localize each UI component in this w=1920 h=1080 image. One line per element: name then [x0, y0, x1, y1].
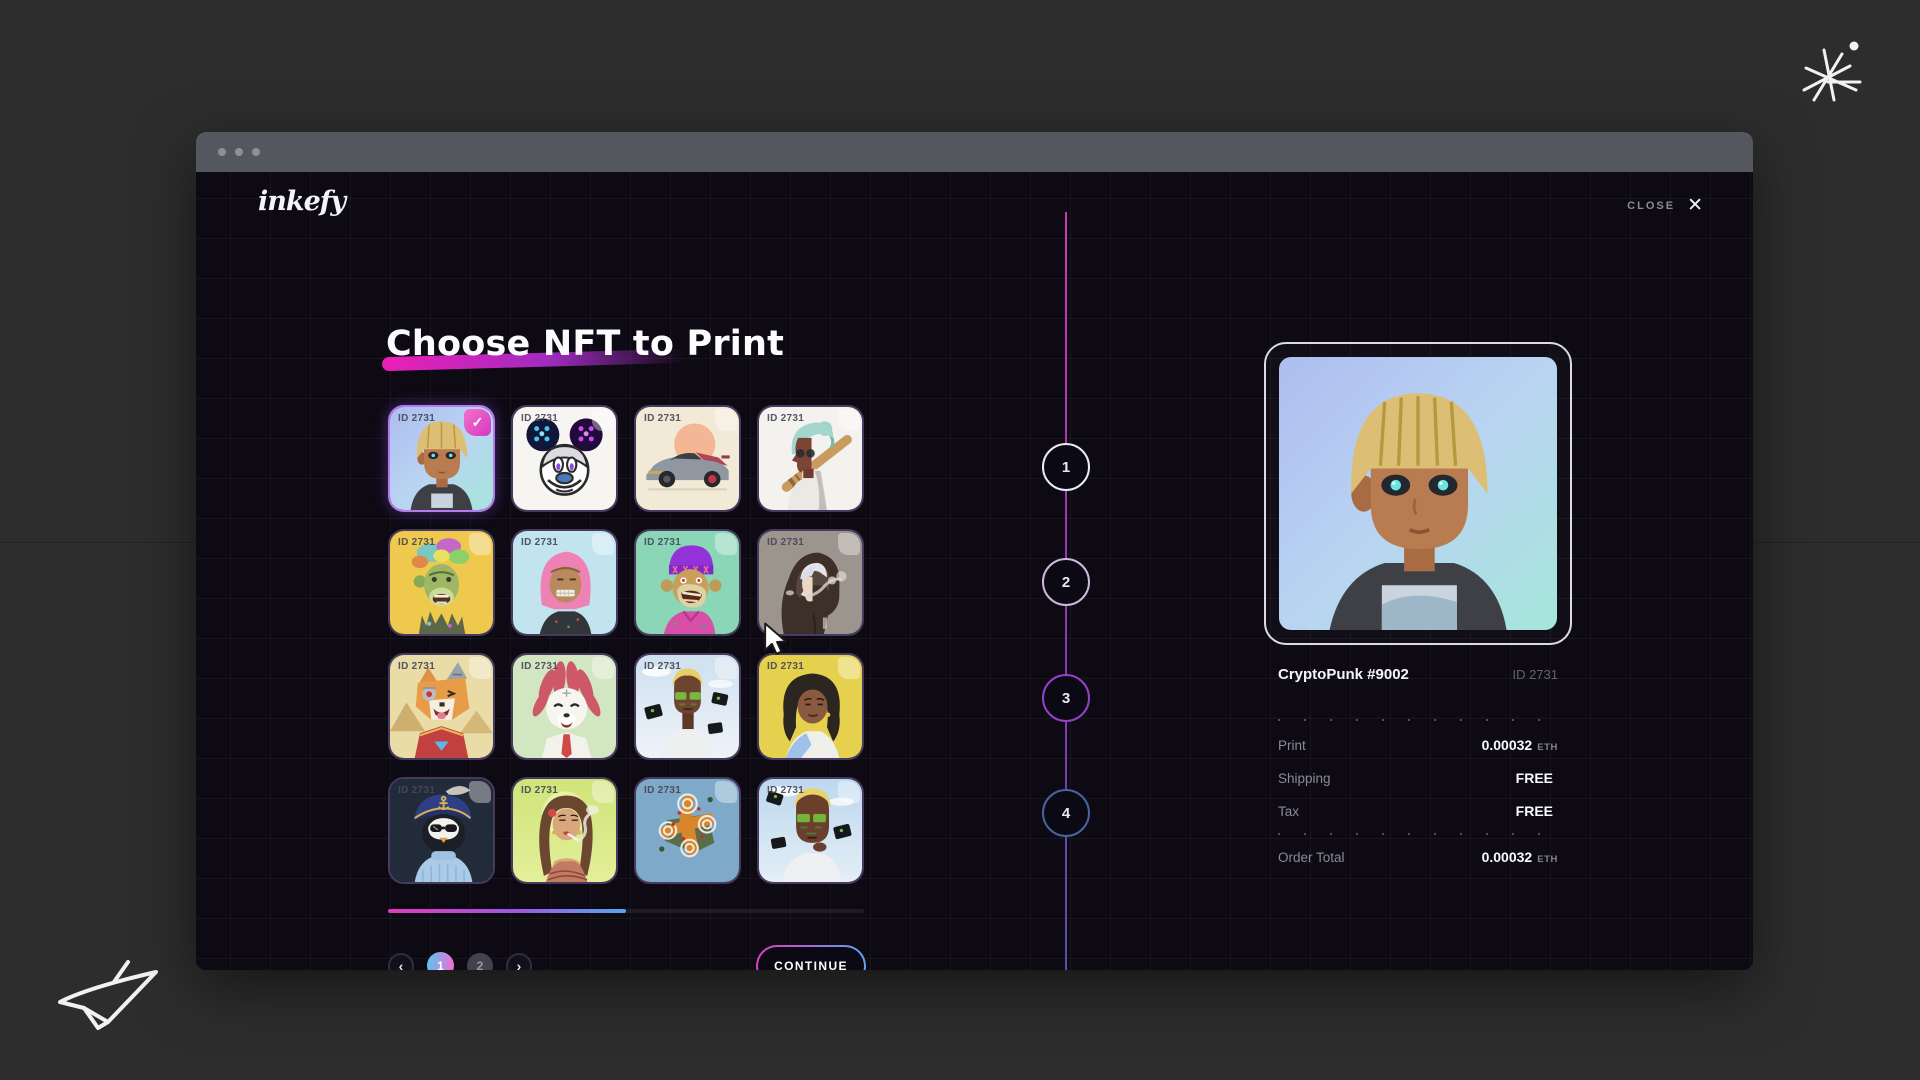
- nft-id-label: ID 2731: [644, 537, 681, 548]
- grid-progress-track: [388, 909, 864, 913]
- nft-card-mutant-ape[interactable]: ID 2731: [634, 529, 741, 636]
- nft-card-blonde-avatar[interactable]: ID 2731 ✓: [388, 405, 495, 512]
- checkbox-unchecked[interactable]: [592, 657, 614, 679]
- nft-id-label: ID 2731: [767, 785, 804, 796]
- nft-card-pirate-penguin[interactable]: ID 2731: [388, 777, 495, 884]
- window-titlebar: [196, 132, 1753, 172]
- nft-id-label: ID 2731: [521, 537, 558, 548]
- nft-card-cartoon-mouse[interactable]: ID 2731: [511, 405, 618, 512]
- window-dot-3[interactable]: [252, 148, 260, 156]
- summary-label: Order Total: [1278, 850, 1345, 865]
- pagination-prev-button[interactable]: ‹: [388, 953, 414, 971]
- nft-card-pink-hair-ape[interactable]: ID 2731: [511, 529, 618, 636]
- checkbox-unchecked[interactable]: [592, 781, 614, 803]
- paper-plane-doodle: [52, 960, 167, 1035]
- chevron-left-icon: ‹: [399, 958, 404, 971]
- nft-id-label: ID 2731: [767, 537, 804, 548]
- nft-card-smoking-woman[interactable]: ID 2731: [511, 777, 618, 884]
- summary-value: 0.00032: [1482, 737, 1533, 753]
- checkbox-unchecked[interactable]: [469, 657, 491, 679]
- dotted-separator: [1278, 719, 1558, 721]
- nft-id-label: ID 2731: [398, 413, 435, 424]
- nft-id-label: ID 2731: [644, 413, 681, 424]
- summary-label: Shipping: [1278, 771, 1331, 786]
- summary-label: Print: [1278, 738, 1306, 753]
- nft-card-dreadlock-dog[interactable]: ID 2731: [511, 653, 618, 760]
- nft-preview-card: [1264, 342, 1572, 645]
- nft-card-girl-with-bat[interactable]: ID 2731: [757, 405, 864, 512]
- summary-unit: ETH: [1537, 742, 1558, 753]
- app-window: inkefy CLOSE ✕ Choose NFT to Print: [196, 132, 1753, 970]
- checkbox-unchecked[interactable]: [715, 657, 737, 679]
- step-indicator-4[interactable]: 4: [1042, 789, 1090, 837]
- checkbox-unchecked[interactable]: [469, 533, 491, 555]
- nft-card-dark-hair-woman[interactable]: ID 2731: [757, 653, 864, 760]
- close-label: CLOSE: [1627, 200, 1675, 212]
- continue-button-label: CONTINUE: [758, 947, 864, 970]
- summary-value: FREE: [1516, 803, 1553, 819]
- nft-id-label: ID 2731: [398, 537, 435, 548]
- nft-name: CryptoPunk #9002: [1278, 666, 1409, 683]
- order-summary: CryptoPunk #9002 ID 2731 Print 0.00032 ET…: [1264, 666, 1572, 869]
- pagination-page-2[interactable]: 2: [467, 953, 493, 971]
- checkbox-checked[interactable]: ✓: [464, 409, 491, 436]
- step-indicator-2[interactable]: 2: [1042, 558, 1090, 606]
- nft-grid: ID 2731 ✓: [388, 405, 864, 884]
- nft-id-label: ID 2731: [644, 661, 681, 672]
- nft-card-blonde-buzzcut[interactable]: ID 2731: [757, 777, 864, 884]
- close-icon: ✕: [1687, 196, 1703, 215]
- pagination-page-1[interactable]: 1: [427, 952, 454, 970]
- nft-id-label: ID 2731: [767, 661, 804, 672]
- summary-row-print: Print 0.00032 ETH: [1278, 737, 1558, 757]
- pagination-next-button[interactable]: ›: [506, 953, 532, 971]
- checkbox-unchecked[interactable]: [838, 657, 860, 679]
- checkbox-unchecked[interactable]: [838, 533, 860, 555]
- nft-id-label: ID 2731: [644, 785, 681, 796]
- checkbox-unchecked[interactable]: [715, 533, 737, 555]
- dotted-separator: [1278, 833, 1558, 835]
- summary-row-shipping: Shipping FREE: [1278, 770, 1558, 790]
- checkbox-unchecked[interactable]: [592, 409, 614, 431]
- nft-id-label: ID 2731: [398, 785, 435, 796]
- nft-id-label: ID 2731: [521, 785, 558, 796]
- app-logo: inkefy: [258, 186, 345, 217]
- nft-card-pixel-shiba[interactable]: ID 2731: [388, 653, 495, 760]
- nft-preview-image: [1279, 357, 1557, 630]
- nft-card-cyberpunk-car[interactable]: ID 2731: [634, 405, 741, 512]
- step-indicator-3[interactable]: 3: [1042, 674, 1090, 722]
- checkbox-unchecked[interactable]: [838, 409, 860, 431]
- nft-card-zombie-ape[interactable]: ID 2731: [388, 529, 495, 636]
- chevron-right-icon: ›: [517, 958, 522, 971]
- continue-button[interactable]: CONTINUE: [756, 945, 866, 970]
- window-dot-2[interactable]: [235, 148, 243, 156]
- summary-row-tax: Tax FREE: [1278, 803, 1558, 823]
- nft-id-label: ID 2731: [398, 661, 435, 672]
- summary-value: 0.00032: [1482, 849, 1533, 865]
- checkbox-unchecked[interactable]: [469, 781, 491, 803]
- nft-id: ID 2731: [1512, 667, 1558, 682]
- nft-id-label: ID 2731: [521, 413, 558, 424]
- summary-row-total: Order Total 0.00032 ETH: [1278, 849, 1558, 869]
- nft-card-camera-woman[interactable]: ID 2731: [634, 653, 741, 760]
- checkbox-unchecked[interactable]: [592, 533, 614, 555]
- pagination: ‹ 1 2 ›: [388, 952, 532, 970]
- checkbox-unchecked[interactable]: [715, 409, 737, 431]
- summary-value: FREE: [1516, 770, 1553, 786]
- app-content: inkefy CLOSE ✕ Choose NFT to Print: [196, 172, 1753, 970]
- nft-card-hooded-character[interactable]: ID 2731: [757, 529, 864, 636]
- nft-card-abstract-figure[interactable]: ID 2731: [634, 777, 741, 884]
- step-indicator-1[interactable]: 1: [1042, 443, 1090, 491]
- checkbox-unchecked[interactable]: [838, 781, 860, 803]
- nft-id-label: ID 2731: [767, 413, 804, 424]
- progress-fill: [388, 909, 626, 913]
- window-dot-1[interactable]: [218, 148, 226, 156]
- page-title: Choose NFT to Print: [386, 324, 784, 364]
- summary-unit: ETH: [1537, 854, 1558, 865]
- close-button[interactable]: CLOSE ✕: [1627, 196, 1703, 215]
- summary-label: Tax: [1278, 804, 1299, 819]
- checkbox-unchecked[interactable]: [715, 781, 737, 803]
- sparkle-doodle: [1798, 38, 1890, 114]
- nft-id-label: ID 2731: [521, 661, 558, 672]
